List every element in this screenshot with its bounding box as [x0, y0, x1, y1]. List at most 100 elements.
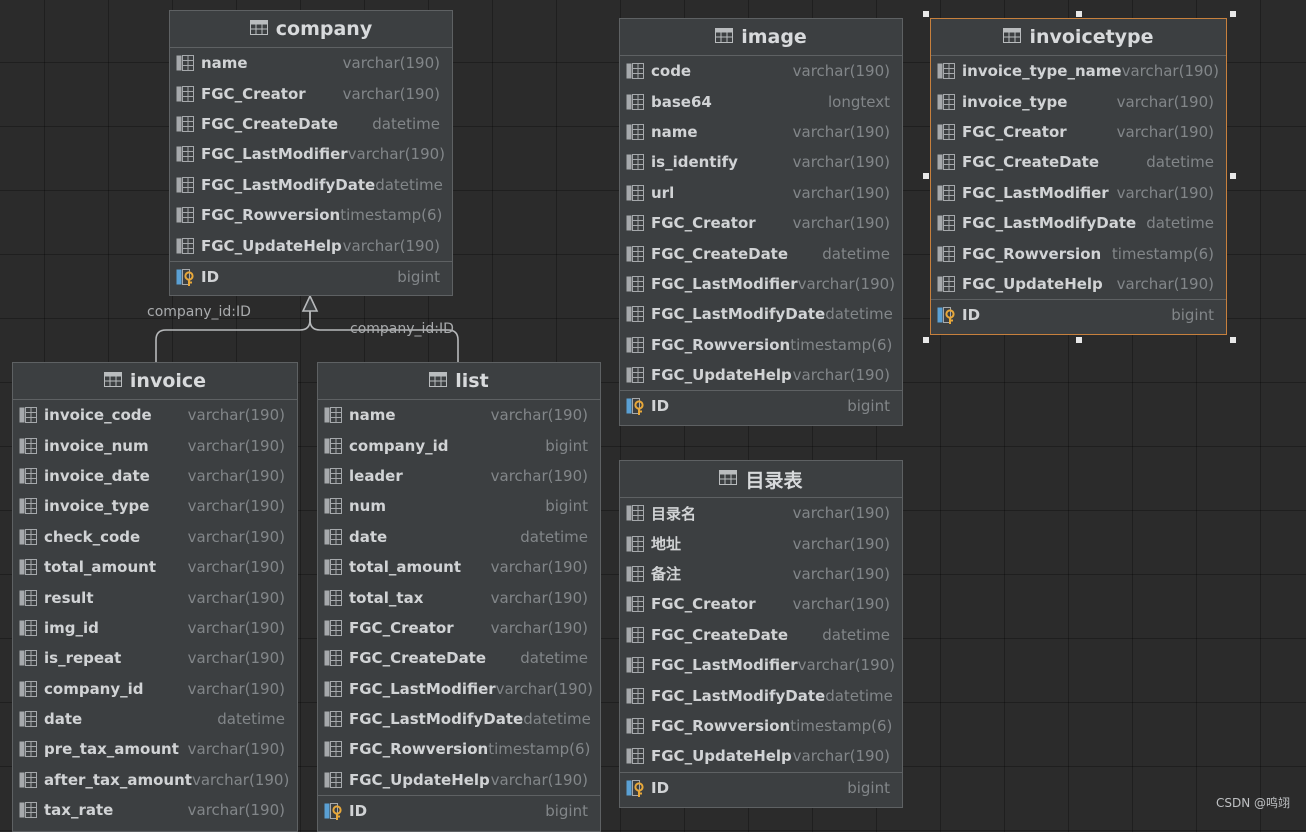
column-type: bigint	[545, 802, 588, 821]
column-row[interactable]: num bigint	[318, 491, 600, 521]
column-icon	[626, 535, 644, 552]
column-row[interactable]: total_amount varchar(190)	[318, 552, 600, 582]
table-header[interactable]: invoicetype	[931, 19, 1226, 56]
column-row[interactable]: FGC_LastModifier varchar(190)	[170, 139, 452, 169]
column-row[interactable]: url varchar(190)	[620, 178, 902, 208]
column-row[interactable]: name varchar(190)	[620, 117, 902, 147]
table-list[interactable]: list name varchar(190) company_id bigint lead…	[317, 362, 601, 832]
table-header[interactable]: 目录表	[620, 461, 902, 498]
column-name: base64	[651, 92, 712, 111]
table-invoicetype[interactable]: invoicetype invoice_type_name varchar(190)…	[930, 18, 1227, 335]
column-row[interactable]: date datetime	[318, 522, 600, 552]
resize-handle[interactable]	[1076, 11, 1082, 17]
column-row[interactable]: FGC_LastModifyDate datetime	[620, 299, 902, 329]
column-row[interactable]: FGC_CreateDate datetime	[318, 643, 600, 673]
column-row[interactable]: total_amount varchar(190)	[13, 552, 297, 582]
column-row[interactable]: leader varchar(190)	[318, 461, 600, 491]
column-row[interactable]: FGC_LastModifyDate datetime	[170, 170, 452, 200]
resize-handle[interactable]	[1230, 173, 1236, 179]
column-type: varchar(190)	[792, 534, 890, 553]
column-row[interactable]: company_id bigint	[318, 430, 600, 460]
column-name: invoice_code	[44, 406, 152, 425]
column-row[interactable]: 备注 varchar(190)	[620, 559, 902, 589]
column-row[interactable]: FGC_UpdateHelp varchar(190)	[170, 230, 452, 260]
column-row[interactable]: FGC_Rowversion timestamp(6)	[620, 711, 902, 741]
column-row[interactable]: FGC_CreateDate datetime	[931, 147, 1226, 177]
column-row[interactable]: invoice_type_name varchar(190)	[931, 56, 1226, 86]
column-row[interactable]: FGC_LastModifyDate datetime	[620, 680, 902, 710]
column-type: varchar(190)	[792, 564, 890, 583]
column-row[interactable]: FGC_Creator varchar(190)	[318, 613, 600, 643]
column-row[interactable]: FGC_LastModifyDate datetime	[931, 208, 1226, 238]
table-company[interactable]: company name varchar(190) FGC_Creator varcha…	[169, 10, 453, 296]
column-row[interactable]: FGC_UpdateHelp varchar(190)	[318, 765, 600, 795]
column-row[interactable]: invoice_date varchar(190)	[13, 461, 297, 491]
column-row[interactable]: invoice_type varchar(190)	[13, 491, 297, 521]
column-row[interactable]: FGC_UpdateHelp varchar(190)	[620, 360, 902, 390]
column-row[interactable]: FGC_Rowversion timestamp(6)	[170, 200, 452, 230]
table-header[interactable]: image	[620, 19, 902, 56]
column-row[interactable]: FGC_LastModifier varchar(190)	[620, 269, 902, 299]
column-row[interactable]: FGC_Creator varchar(190)	[931, 117, 1226, 147]
column-row[interactable]: FGC_Creator varchar(190)	[620, 589, 902, 619]
table-header[interactable]: list	[318, 363, 600, 400]
column-type: varchar(190)	[187, 466, 285, 485]
column-row[interactable]: FGC_UpdateHelp varchar(190)	[931, 269, 1226, 299]
resize-handle[interactable]	[923, 11, 929, 17]
column-row[interactable]: FGC_UpdateHelp varchar(190)	[620, 741, 902, 771]
resize-handle[interactable]	[923, 173, 929, 179]
table-invoice[interactable]: invoice invoice_code varchar(190) invoice_n…	[12, 362, 298, 832]
column-row[interactable]: FGC_CreateDate datetime	[620, 238, 902, 268]
column-row[interactable]: base64 longtext	[620, 86, 902, 116]
column-row[interactable]: result varchar(190)	[13, 582, 297, 612]
column-row[interactable]: FGC_LastModifier varchar(190)	[318, 674, 600, 704]
resize-handle[interactable]	[923, 337, 929, 343]
column-row[interactable]: check_code varchar(190)	[13, 522, 297, 552]
column-row[interactable]: FGC_CreateDate datetime	[170, 109, 452, 139]
column-row[interactable]: img_id varchar(190)	[13, 613, 297, 643]
resize-handle[interactable]	[1076, 337, 1082, 343]
column-row[interactable]: is_repeat varchar(190)	[13, 643, 297, 673]
column-row[interactable]: 地址 varchar(190)	[620, 528, 902, 558]
column-row[interactable]: date datetime	[13, 704, 297, 734]
primary-key-row[interactable]: ID bigint	[931, 299, 1226, 330]
column-type: varchar(190)	[1116, 274, 1214, 293]
column-name: name	[651, 122, 698, 141]
column-row[interactable]: invoice_num varchar(190)	[13, 430, 297, 460]
column-row[interactable]: name varchar(190)	[318, 400, 600, 430]
column-row[interactable]: FGC_CreateDate datetime	[620, 620, 902, 650]
column-row[interactable]: FGC_Rowversion timestamp(6)	[931, 238, 1226, 268]
column-row[interactable]: invoice_code varchar(190)	[13, 400, 297, 430]
table-header[interactable]: invoice	[13, 363, 297, 400]
column-row[interactable]: is_identify varchar(190)	[620, 147, 902, 177]
primary-key-row[interactable]: ID bigint	[170, 260, 452, 292]
column-row[interactable]: name varchar(190)	[170, 48, 452, 78]
column-row[interactable]: FGC_Rowversion timestamp(6)	[620, 330, 902, 360]
column-row[interactable]: FGC_Creator varchar(190)	[620, 208, 902, 238]
column-row[interactable]: total_tax varchar(190)	[318, 582, 600, 612]
column-row[interactable]: code varchar(190)	[620, 56, 902, 86]
column-name: invoice_type	[962, 92, 1068, 111]
table-header[interactable]: company	[170, 11, 452, 48]
column-row[interactable]: pre_tax_amount varchar(190)	[13, 734, 297, 764]
column-row[interactable]: company_id varchar(190)	[13, 674, 297, 704]
column-row[interactable]: after_tax_amount varchar(190)	[13, 765, 297, 795]
resize-handle[interactable]	[1230, 11, 1236, 17]
column-icon	[626, 154, 644, 171]
column-row[interactable]: 目录名 varchar(190)	[620, 498, 902, 528]
table-catalog[interactable]: 目录表 目录名 varchar(190) 地址 varchar(190) 备注 varcha…	[619, 460, 903, 808]
resize-handle[interactable]	[1230, 337, 1236, 343]
column-row[interactable]: FGC_LastModifier varchar(190)	[620, 650, 902, 680]
primary-key-row[interactable]: ID bigint	[620, 771, 902, 803]
column-row[interactable]: FGC_Creator varchar(190)	[170, 78, 452, 108]
primary-key-row[interactable]: ID bigint	[620, 390, 902, 421]
column-icon	[176, 176, 194, 193]
column-row[interactable]: FGC_Rowversion timestamp(6)	[318, 734, 600, 764]
table-image[interactable]: image code varchar(190) base64 longtext name v…	[619, 18, 903, 426]
column-row[interactable]: FGC_LastModifier varchar(190)	[931, 178, 1226, 208]
column-row[interactable]: FGC_LastModifyDate datetime	[318, 704, 600, 734]
column-type: datetime	[822, 244, 890, 263]
column-row[interactable]: invoice_type varchar(190)	[931, 86, 1226, 116]
column-type: varchar(190)	[187, 527, 285, 546]
primary-key-row[interactable]: ID bigint	[318, 795, 600, 826]
